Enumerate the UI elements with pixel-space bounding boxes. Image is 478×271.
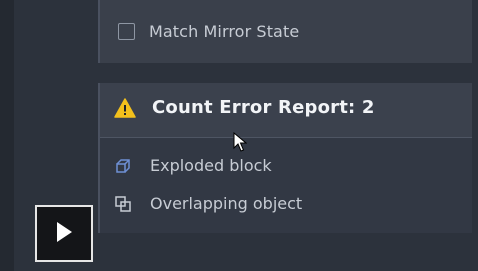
issue-exploded-block[interactable]: Exploded block (114, 156, 272, 175)
overlapping-object-icon (114, 195, 132, 213)
match-mirror-option[interactable]: Match Mirror State (118, 22, 299, 41)
count-error-report-panel: Count Error Report: 2 Exploded block Ove… (98, 83, 472, 233)
play-icon (55, 221, 73, 247)
match-mirror-checkbox[interactable] (118, 23, 135, 40)
issue-overlapping-object[interactable]: Overlapping object (114, 194, 302, 213)
mouse-pointer-icon (233, 131, 248, 152)
report-header[interactable]: Count Error Report: 2 (100, 83, 472, 138)
app-window: Match Mirror State Count Error Report: 2 (0, 0, 478, 271)
play-button[interactable] (35, 205, 93, 262)
issue-label: Exploded block (150, 156, 272, 175)
exploded-block-icon (114, 157, 132, 175)
report-title: Count Error Report: 2 (152, 97, 375, 118)
issue-label: Overlapping object (150, 194, 303, 213)
match-mirror-label: Match Mirror State (149, 22, 300, 41)
warning-icon (114, 98, 136, 118)
options-panel: Match Mirror State (98, 0, 472, 63)
side-strip (0, 0, 14, 271)
